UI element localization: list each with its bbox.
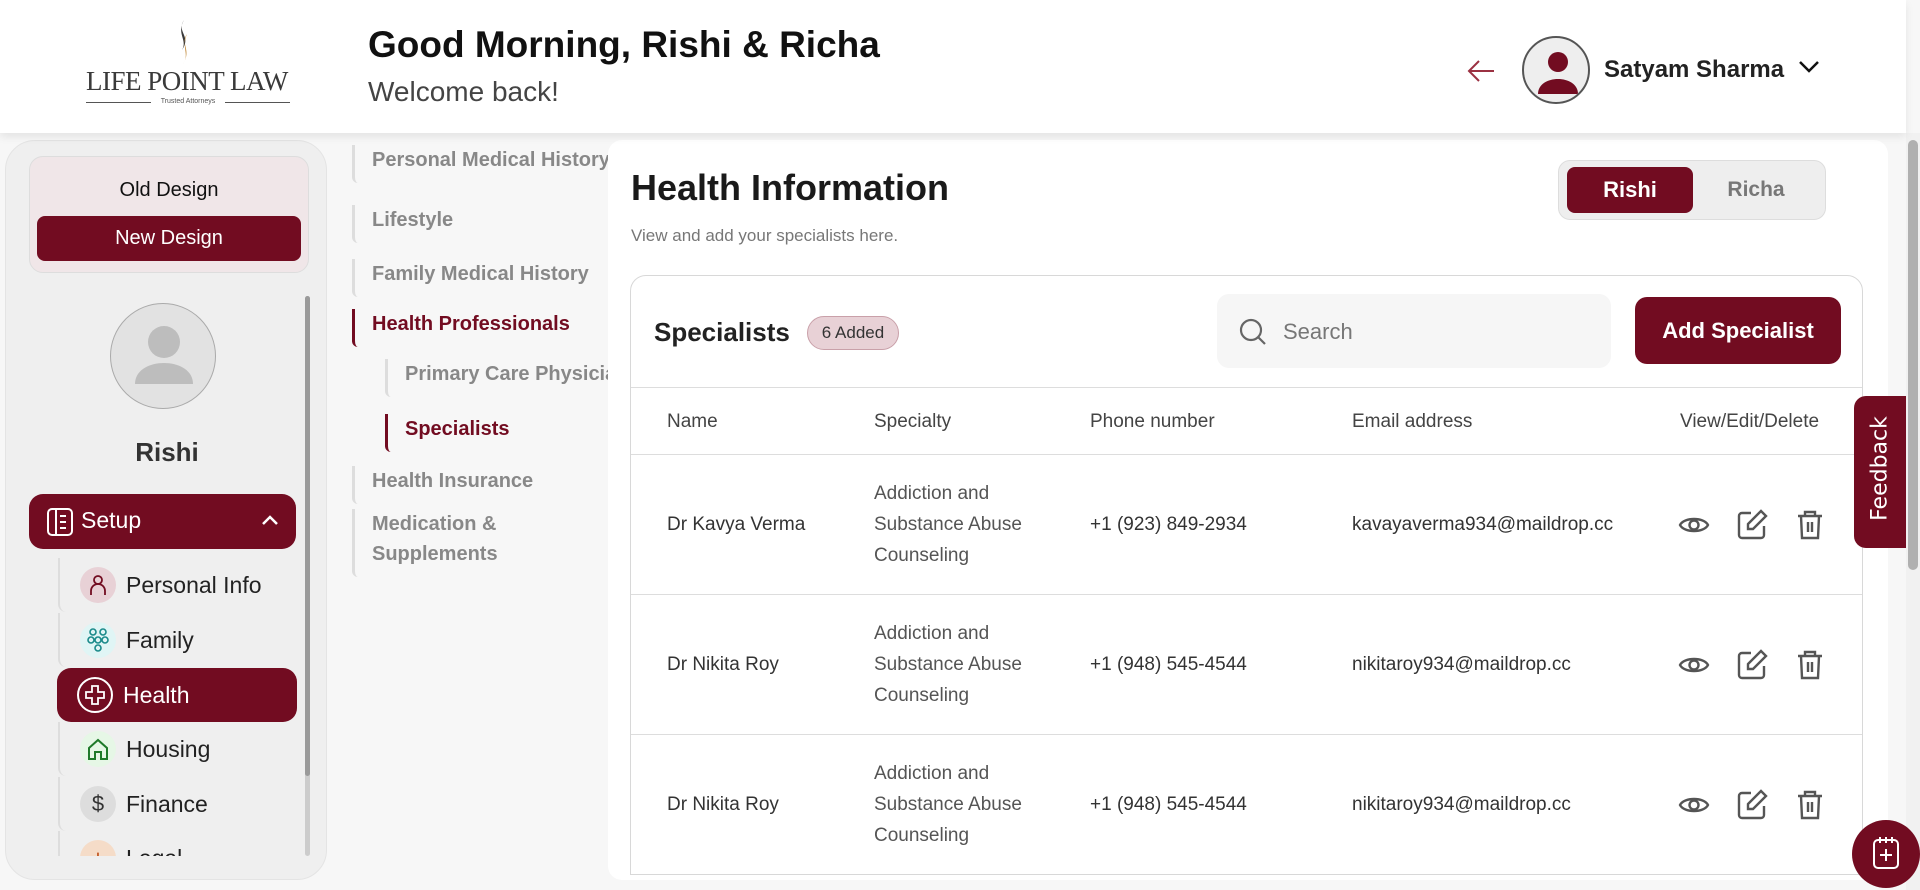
- cell-name: Dr Kavya Verma: [667, 514, 806, 535]
- chevron-down-icon[interactable]: [1798, 60, 1820, 74]
- setup-menu-button[interactable]: Setup: [29, 494, 296, 549]
- delete-icon[interactable]: [1793, 788, 1827, 822]
- view-icon[interactable]: [1677, 648, 1711, 682]
- sidebar-item-label: Family: [126, 626, 194, 653]
- cell-phone: +1 (923) 849-2934: [1090, 514, 1247, 535]
- add-specialist-button[interactable]: Add Specialist: [1635, 297, 1841, 364]
- dollar-icon: $: [80, 786, 116, 822]
- cell-phone: +1 (948) 545-4544: [1090, 654, 1247, 675]
- subnav-health-professionals[interactable]: Health Professionals: [352, 309, 570, 347]
- count-badge: 6 Added: [807, 316, 899, 350]
- profile-avatar: [110, 303, 216, 409]
- back-arrow-icon[interactable]: [1466, 58, 1496, 84]
- person-toggle: Rishi Richa: [1558, 160, 1826, 220]
- search-icon: [1239, 318, 1266, 345]
- logo-text: LIFE POINT LAW: [86, 66, 288, 96]
- add-note-button[interactable]: [1852, 820, 1920, 888]
- sidebar-scroll-thumb[interactable]: [305, 296, 310, 776]
- edit-icon[interactable]: [1735, 648, 1769, 682]
- sidebar-item-personal-info[interactable]: Personal Info: [58, 558, 298, 612]
- cell-specialty: Addiction and Substance Abuse Counseling: [874, 763, 1022, 846]
- table-row: Dr Nikita Roy Addiction and Substance Ab…: [631, 595, 1862, 735]
- sidebar-item-label: Finance: [126, 790, 208, 817]
- card-title: Specialists: [654, 317, 790, 347]
- cell-email: kavayaverma934@maildrop.cc: [1352, 514, 1614, 535]
- col-specialty: Specialty: [874, 411, 952, 432]
- sidebar-item-housing[interactable]: Housing: [58, 722, 298, 776]
- house-icon: [80, 731, 116, 767]
- family-icon: [80, 622, 116, 658]
- health-cross-icon: [77, 677, 113, 713]
- sidebar-item-label: Legal: [126, 845, 182, 857]
- sidebar-item-legal-clip: + Legal: [58, 831, 298, 856]
- cell-email: nikitaroy934@maildrop.cc: [1352, 654, 1571, 675]
- design-toggle: Old Design New Design: [29, 156, 309, 273]
- table-header: Name Specialty Phone number Email addres…: [631, 387, 1862, 455]
- profile-name: Rishi: [135, 437, 199, 467]
- feedback-button[interactable]: Feedback: [1854, 396, 1906, 548]
- sidebar-item-finance[interactable]: $ Finance: [58, 777, 298, 831]
- welcome-text: Welcome back!: [368, 76, 559, 107]
- sidebar: Old Design New Design Rishi Setup Person…: [5, 140, 327, 880]
- legal-icon: +: [80, 840, 116, 856]
- delete-icon[interactable]: [1793, 508, 1827, 542]
- page-scroll-thumb[interactable]: [1908, 140, 1918, 570]
- subnav-family-medical-history[interactable]: Family Medical History: [352, 259, 589, 297]
- person-icon: [80, 567, 116, 603]
- page-subtitle: View and add your specialists here.: [631, 226, 899, 245]
- person-placeholder-icon: [135, 326, 193, 384]
- col-actions: View/Edit/Delete: [1680, 411, 1820, 432]
- user-icon: [1538, 52, 1578, 94]
- logo-flame-icon: [181, 20, 187, 64]
- old-design-button[interactable]: Old Design: [30, 179, 308, 202]
- col-phone: Phone number: [1090, 411, 1215, 432]
- chevron-up-icon: [262, 515, 278, 525]
- delete-icon[interactable]: [1793, 648, 1827, 682]
- table-row: Dr Kavya Verma Addiction and Substance A…: [631, 455, 1862, 595]
- subnav-health-insurance[interactable]: Health Insurance: [352, 466, 533, 504]
- logo-tagline: Trusted Attorneys: [86, 98, 290, 105]
- user-name[interactable]: Satyam Sharma: [1604, 56, 1784, 84]
- subnav-medication-supplements[interactable]: Medication & Supplements: [352, 509, 512, 577]
- sidebar-item-health[interactable]: Health: [57, 668, 297, 722]
- toggle-rishi[interactable]: Rishi: [1567, 167, 1693, 213]
- col-name: Name: [667, 411, 718, 432]
- sidebar-item-legal[interactable]: + Legal: [58, 831, 298, 856]
- top-header: LIFE POINT LAW Trusted Attorneys Good Mo…: [0, 0, 1906, 133]
- setup-label: Setup: [81, 507, 142, 533]
- cell-phone: +1 (948) 545-4544: [1090, 794, 1247, 815]
- view-icon[interactable]: [1677, 508, 1711, 542]
- subnav-primary-care-physician[interactable]: Primary Care Physician: [385, 359, 628, 397]
- sidebar-item-label: Personal Info: [126, 571, 262, 598]
- page-title: Health Information: [631, 167, 950, 208]
- col-email: Email address: [1352, 411, 1473, 432]
- view-icon[interactable]: [1677, 788, 1711, 822]
- table-row: Dr Nikita Roy Addiction and Substance Ab…: [631, 735, 1862, 874]
- cell-email: nikitaroy934@maildrop.cc: [1352, 794, 1571, 815]
- new-design-button[interactable]: New Design: [37, 216, 301, 261]
- sidebar-item-label: Housing: [126, 735, 211, 762]
- edit-icon[interactable]: [1735, 788, 1769, 822]
- cell-specialty: Addiction and Substance Abuse Counseling: [874, 623, 1022, 706]
- cell-name: Dr Nikita Roy: [667, 794, 779, 815]
- sidebar-item-label: Health: [123, 681, 190, 708]
- greeting: Good Morning, Rishi & Richa: [368, 24, 880, 65]
- search-placeholder: Search: [1283, 319, 1353, 344]
- subnav-lifestyle[interactable]: Lifestyle: [352, 205, 453, 243]
- user-avatar[interactable]: [1522, 36, 1590, 104]
- subnav-personal-medical-history[interactable]: Personal Medical History: [352, 145, 610, 183]
- calendar-add-icon: [1873, 837, 1899, 869]
- feedback-label: Feedback: [1867, 416, 1893, 521]
- cell-specialty: Addiction and Substance Abuse Counseling: [874, 483, 1022, 566]
- edit-icon[interactable]: [1735, 508, 1769, 542]
- search-input[interactable]: Search: [1217, 294, 1611, 368]
- sidebar-item-family[interactable]: Family: [58, 613, 298, 667]
- setup-icon: [47, 508, 73, 536]
- subnav-specialists[interactable]: Specialists: [385, 414, 510, 452]
- main-panel: Health Information View and add your spe…: [608, 140, 1888, 880]
- cell-name: Dr Nikita Roy: [667, 654, 779, 675]
- toggle-richa[interactable]: Richa: [1693, 167, 1819, 213]
- specialists-card: Specialists 6 Added Search Add Specialis…: [630, 275, 1863, 875]
